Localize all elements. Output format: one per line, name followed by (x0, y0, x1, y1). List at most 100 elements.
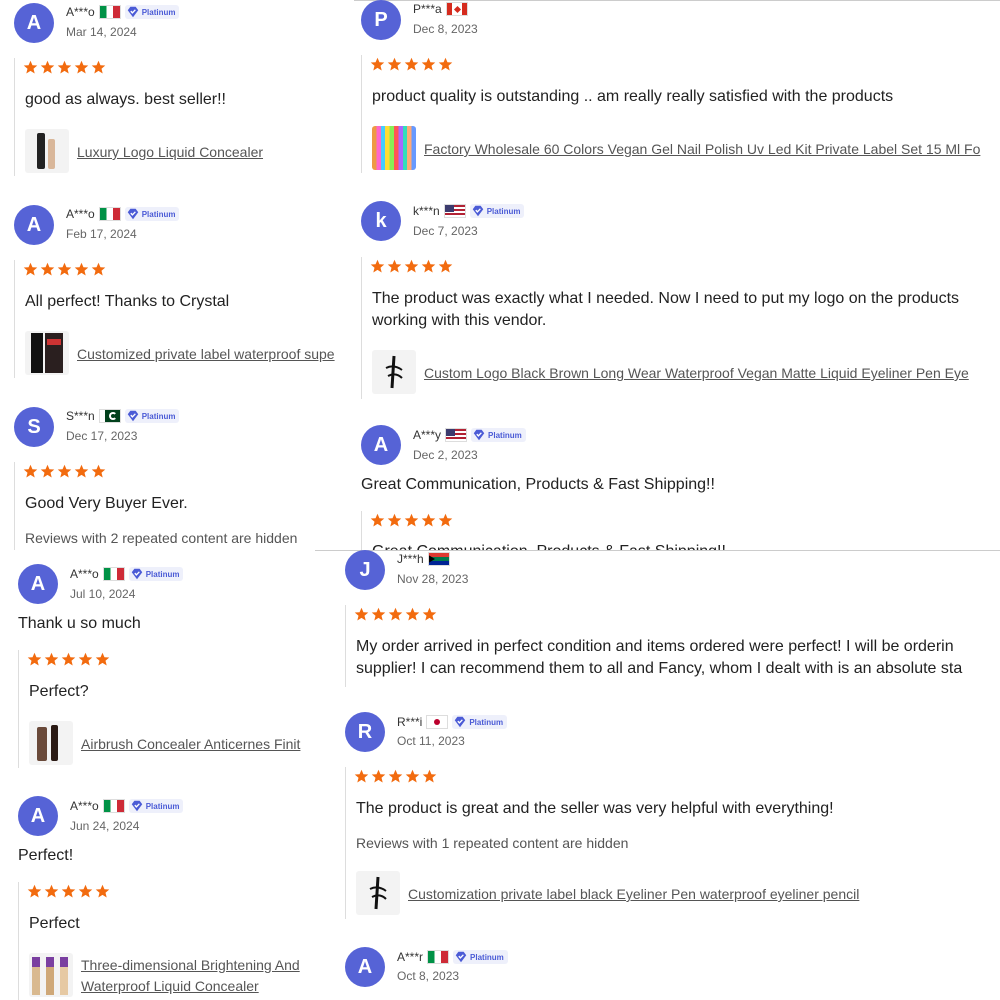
platinum-label: Platinum (469, 717, 504, 727)
reviewer-name-text: k***n (413, 204, 440, 218)
reviewer-name-text: P***a (413, 2, 442, 16)
star-icon (40, 60, 55, 74)
review-text: Thank u so much (18, 615, 141, 632)
review-text: Great Communication, Products & Fast Shi… (361, 476, 715, 493)
reviewer-name: J***h (397, 552, 450, 566)
product-link[interactable]: Customized private label waterproof supe (77, 346, 335, 362)
star-icon (422, 607, 437, 621)
product-link[interactable]: Factory Wholesale 60 Colors Vegan Gel Na… (424, 141, 980, 157)
review-text: good as always. best seller!! (25, 91, 226, 108)
platinum-badge: Platinum (124, 409, 180, 423)
product-thumbnail[interactable] (29, 721, 73, 765)
star-icon (91, 464, 106, 478)
star-rating (23, 60, 106, 75)
star-icon (370, 57, 385, 71)
reviewer-name: R***i Platinum (397, 715, 508, 729)
star-icon (57, 464, 72, 478)
product-link[interactable]: Customization private label black Eyelin… (408, 886, 859, 902)
reviewer-name: A***o Platinum (66, 5, 180, 19)
star-icon (57, 262, 72, 276)
diamond-icon (127, 410, 138, 422)
avatar: S (14, 407, 54, 447)
star-icon (74, 464, 89, 478)
avatar: A (18, 796, 58, 836)
reviews-panel-bottom-left: A A***o Platinum Jul 10, 2024 Thank u so… (0, 550, 330, 1000)
canada-flag-icon (445, 2, 468, 16)
hidden-reviews-note[interactable]: Reviews with 1 repeated content are hidd… (356, 835, 628, 851)
star-icon (371, 769, 386, 783)
reviewer-name-text: A***o (66, 5, 95, 19)
product-thumbnail[interactable] (29, 953, 73, 997)
product-link[interactable]: Custom Logo Black Brown Long Wear Waterp… (424, 365, 969, 381)
star-icon (421, 513, 436, 527)
product-link-line-2[interactable]: Waterproof Liquid Concealer (81, 976, 300, 997)
star-icon (91, 262, 106, 276)
platinum-label: Platinum (488, 430, 522, 440)
star-icon (61, 884, 76, 898)
reviewer-name-text: A***o (70, 799, 99, 813)
diamond-icon (127, 6, 138, 18)
product-thumbnail[interactable] (356, 871, 400, 915)
star-icon (370, 259, 385, 273)
avatar: P (361, 0, 401, 40)
star-icon (387, 57, 402, 71)
product-link[interactable]: Three-dimensional Brightening And Waterp… (81, 955, 300, 997)
star-icon (388, 607, 403, 621)
reviewer-name-text: A***o (66, 207, 95, 221)
avatar: A (14, 205, 54, 245)
platinum-badge: Platinum (453, 950, 508, 964)
product-thumbnail[interactable] (372, 126, 416, 170)
platinum-label: Platinum (141, 209, 176, 219)
review-text-line-2: working with this vendor. (372, 312, 547, 329)
review-text-line-1: The product was exactly what I needed. N… (372, 290, 960, 307)
product-thumbnail[interactable] (25, 331, 69, 375)
star-rating (23, 464, 106, 479)
star-icon (422, 769, 437, 783)
star-icon (44, 884, 59, 898)
reviewer-name: A***r Platinum (397, 950, 508, 964)
platinum-badge: Platinum (469, 204, 525, 218)
product-link[interactable]: Luxury Logo Liquid Concealer (77, 144, 263, 160)
product-thumbnail[interactable] (25, 129, 69, 173)
platinum-badge: Platinum (128, 567, 184, 581)
reviewer-name: k***n Platinum (413, 204, 525, 218)
product-link-line-1[interactable]: Three-dimensional Brightening And (81, 955, 300, 976)
review-date: Mar 14, 2024 (66, 25, 137, 39)
platinum-label: Platinum (145, 801, 180, 811)
review-text: product quality is outstanding .. am rea… (372, 88, 894, 105)
reviewer-name: A***y Platinum (413, 428, 526, 442)
reviewer-name: A***o Platinum (70, 799, 184, 813)
review-reply-text: Perfect (29, 915, 80, 932)
italy-flag-icon (98, 207, 121, 221)
star-rating (354, 607, 437, 622)
star-icon (91, 60, 106, 74)
diamond-icon (131, 800, 142, 812)
review-text-line-2: supplier! I can recommend them to all an… (356, 660, 963, 677)
south-africa-flag-icon (427, 552, 450, 566)
hidden-reviews-note[interactable]: Reviews with 2 repeated content are hidd… (25, 530, 297, 546)
star-icon (23, 262, 38, 276)
reviewer-name-text: R***i (397, 715, 423, 729)
diamond-icon (455, 716, 466, 728)
avatar: R (345, 712, 385, 752)
reviewer-name-text: A***o (70, 567, 99, 581)
star-icon (438, 259, 453, 273)
star-icon (57, 60, 72, 74)
platinum-badge: Platinum (124, 5, 180, 19)
product-thumbnail[interactable] (372, 350, 416, 394)
star-rating (27, 884, 110, 899)
star-icon (405, 607, 420, 621)
diamond-icon (472, 205, 483, 217)
star-icon (387, 513, 402, 527)
product-link[interactable]: Airbrush Concealer Anticernes Finit (81, 736, 300, 752)
avatar: J (345, 550, 385, 590)
review-text: Good Very Buyer Ever. (25, 495, 188, 512)
diamond-icon (127, 208, 138, 220)
star-rating (354, 769, 437, 784)
review-reply-text: Great Communication, Products & Fast Shi… (372, 541, 726, 550)
platinum-label: Platinum (470, 952, 504, 962)
star-icon (40, 262, 55, 276)
usa-flag-icon (445, 428, 468, 442)
reviews-panel-bottom-right: J J***h Nov 28, 2023 My order arrived in… (315, 550, 1000, 1000)
star-icon (61, 652, 76, 666)
